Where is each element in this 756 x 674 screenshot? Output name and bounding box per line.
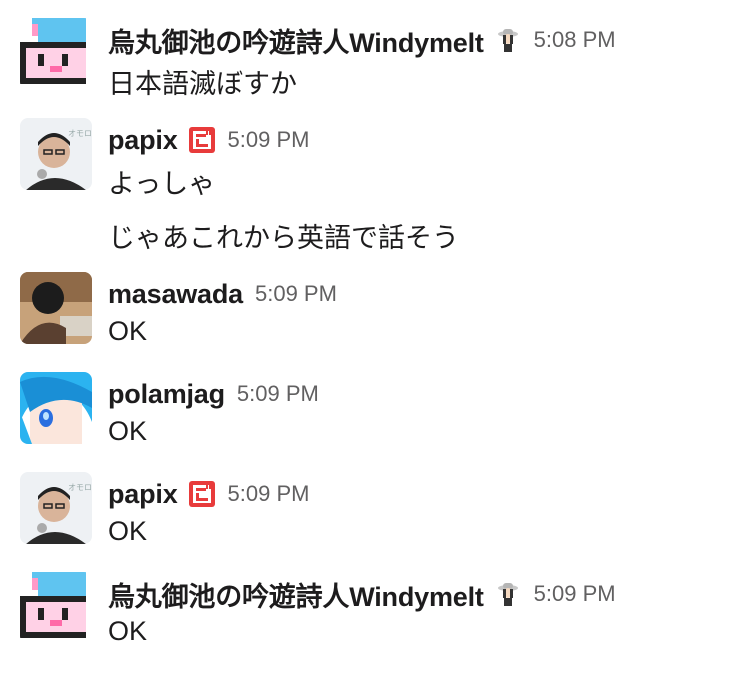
svg-text:オモロ: オモロ (68, 129, 92, 138)
user-name[interactable]: papix (108, 125, 178, 156)
timestamp[interactable]: 5:08 PM (534, 27, 616, 53)
blue-hair-anime-avatar[interactable] (20, 372, 92, 444)
user-name[interactable]: papix (108, 479, 178, 510)
message-text: OK (108, 516, 148, 546)
timestamp[interactable]: 5:09 PM (237, 381, 319, 407)
pixel-cat-girl-avatar[interactable] (20, 18, 92, 90)
pixel-cat-girl-avatar[interactable] (20, 572, 92, 644)
user-name[interactable]: polamjag (108, 379, 225, 410)
timestamp[interactable]: 5:09 PM (534, 581, 616, 607)
user-name[interactable]: masawada (108, 279, 243, 310)
message-text: OK (108, 416, 148, 446)
message-text: じゃあこれから英語で話そう (108, 223, 459, 253)
timestamp[interactable]: 5:09 PM (255, 281, 337, 307)
papix-photo-avatar[interactable]: オモロ (20, 118, 92, 190)
red-bi-emoji-icon (188, 480, 216, 508)
masawada-photo-avatar[interactable] (20, 272, 92, 344)
girl-with-hat-emoji-icon (494, 26, 522, 54)
user-name[interactable]: 烏丸御池の吟遊詩人Windymelt (108, 21, 484, 60)
message-text: OK (108, 316, 148, 346)
message-text: 日本語滅ぼすか (108, 69, 297, 99)
red-bi-emoji-icon (188, 126, 216, 154)
svg-text:オモロ: オモロ (68, 483, 92, 492)
timestamp[interactable]: 5:09 PM (228, 127, 310, 153)
user-name[interactable]: 烏丸御池の吟遊詩人Windymelt (108, 575, 484, 614)
message-text: OK (108, 616, 148, 646)
papix-photo-avatar[interactable]: オモロ (20, 472, 92, 544)
message-text: よっしゃ (108, 169, 216, 199)
girl-with-hat-emoji-icon (494, 580, 522, 608)
timestamp[interactable]: 5:09 PM (228, 481, 310, 507)
